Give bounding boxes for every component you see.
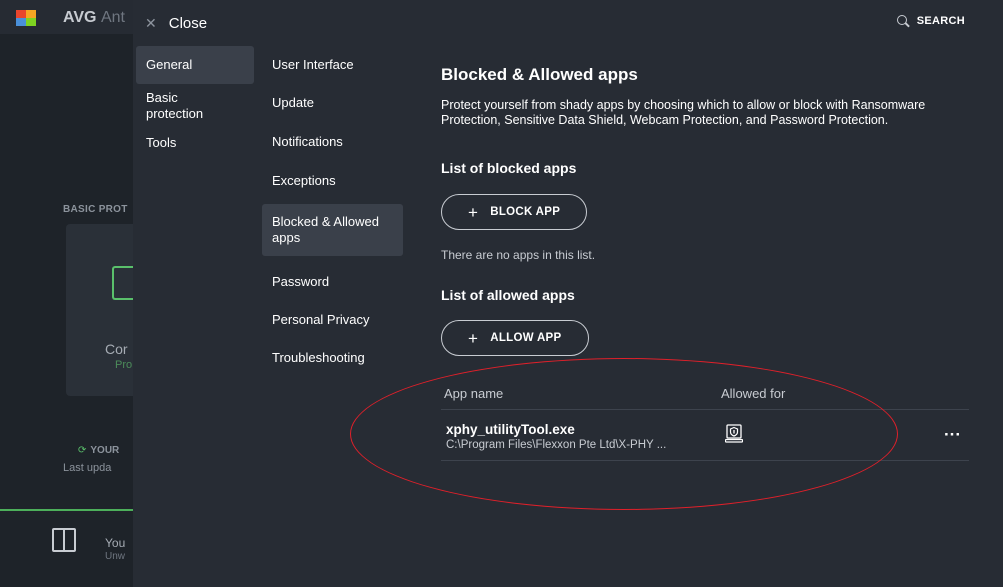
background-section-label: BASIC PROT [63,204,128,215]
settings-topbar: ✕ Close SEARCH [133,0,1003,44]
gift-icon [52,528,76,552]
column-header-allowed-for: Allowed for [721,386,786,401]
subnav-password[interactable]: Password [262,256,403,304]
background-update-label: Last upda [63,462,112,474]
plus-icon: + [468,202,479,222]
page-description: Protect yourself from shady apps by choo… [441,98,926,127]
close-label: Close [168,14,208,32]
subnav-exceptions[interactable]: Exceptions [262,170,403,204]
background-promo-title: You [105,536,126,550]
background-promo-subtitle: Unw [105,551,126,562]
page-title: Blocked & Allowed apps [441,65,638,84]
background-brand: AVG Ant [63,9,125,26]
settings-subnav: User Interface Update Notifications Exce… [262,46,403,376]
allowed-apps-table-header: App name Allowed for [441,382,969,410]
search-icon [896,15,909,27]
background-card-text: Cor [105,341,128,357]
blocked-apps-heading: List of blocked apps [441,160,577,176]
allow-app-label: ALLOW APP [490,332,562,344]
background-card-subtext: Pro [115,359,133,371]
close-button[interactable]: ✕ Close [145,12,207,34]
search-button[interactable]: SEARCH [896,15,965,27]
subnav-notifications[interactable]: Notifications [262,131,403,170]
plus-icon: + [468,328,479,348]
settings-overlay: ✕ Close SEARCH General Basic protection … [133,0,1003,587]
subnav-blocked-allowed-apps[interactable]: Blocked & Allowed apps [262,204,403,256]
subnav-user-interface[interactable]: User Interface [262,46,403,92]
subnav-troubleshooting[interactable]: Troubleshooting [262,342,403,376]
app-name: xphy_utilityTool.exe [446,422,575,437]
subnav-personal-privacy[interactable]: Personal Privacy [262,304,403,342]
category-tools[interactable]: Tools [136,133,254,162]
blocked-empty-message: There are no apps in this list. [441,248,596,262]
refresh-icon: ⟳ [78,445,87,456]
table-row[interactable]: xphy_utilityTool.exe C:\Program Files\Fl… [441,411,969,461]
column-header-app-name: App name [444,386,504,401]
subnav-update[interactable]: Update [262,92,403,131]
category-general[interactable]: General [136,46,254,84]
block-app-label: BLOCK APP [490,206,561,218]
search-label: SEARCH [916,15,965,27]
avg-logo-icon [16,10,56,26]
background-divider [0,509,135,511]
background-app-window: AVG Ant BASIC PROT Cor Pro ⟳ YOUR Last up… [0,0,146,587]
more-options-icon[interactable]: ··· [944,425,961,445]
allow-app-button[interactable]: + ALLOW APP [441,320,589,356]
background-status: ⟳ YOUR [78,445,120,456]
category-nav: General Basic protection Tools [133,46,255,162]
allowed-apps-heading: List of allowed apps [441,287,575,303]
background-titlebar: AVG Ant [0,0,135,34]
block-app-button[interactable]: + BLOCK APP [441,194,588,230]
laptop-shield-icon[interactable] [724,424,744,446]
app-path: C:\Program Files\Flexxon Pte Ltd\X-PHY .… [446,439,667,451]
category-basic-protection[interactable]: Basic protection [136,84,216,133]
close-icon: ✕ [145,14,157,31]
